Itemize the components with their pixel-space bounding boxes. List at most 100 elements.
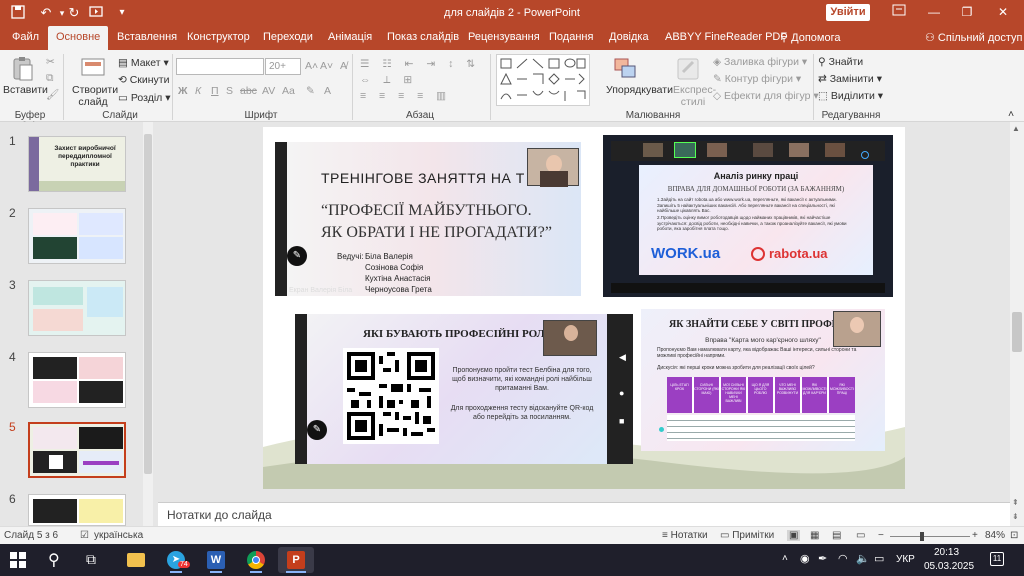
- sign-in-button[interactable]: Увійти: [826, 4, 870, 21]
- tab-help[interactable]: Довідка: [609, 31, 649, 43]
- windows-start-icon[interactable]: [10, 552, 26, 571]
- wifi-icon[interactable]: ◠: [838, 552, 848, 565]
- tab-transitions[interactable]: Переходи: [263, 31, 313, 43]
- file-explorer-app[interactable]: [118, 547, 154, 573]
- italic-icon[interactable]: К: [195, 85, 201, 97]
- tab-slideshow[interactable]: Показ слайдів: [387, 31, 459, 43]
- arrange-icon[interactable]: [612, 56, 638, 82]
- zoom-slider-thumb[interactable]: [920, 532, 924, 541]
- annotate-pencil-icon[interactable]: ✎: [307, 420, 327, 440]
- paste-button[interactable]: Вставити: [3, 84, 48, 96]
- restore-icon[interactable]: ❐: [958, 4, 976, 20]
- tab-file[interactable]: Файл: [12, 31, 39, 43]
- format-painter-icon[interactable]: 🖌: [46, 88, 59, 101]
- slide-sorter-icon[interactable]: ▦: [810, 530, 819, 541]
- share-toolbar-icon[interactable]: ◀: [619, 352, 626, 363]
- collapse-ribbon-icon[interactable]: ˄: [1008, 108, 1014, 120]
- slideshow-icon[interactable]: ▭: [856, 530, 865, 541]
- char-spacing-icon[interactable]: AV: [262, 85, 275, 97]
- thumbnail-scrollbar[interactable]: [143, 122, 153, 526]
- share-toolbar-icon[interactable]: ●: [619, 388, 624, 398]
- notes-toggle[interactable]: ≡ Нотатки: [662, 530, 708, 541]
- close-icon[interactable]: ✕: [994, 4, 1012, 20]
- powerpoint-app[interactable]: P: [278, 547, 314, 573]
- annotate-pencil-icon[interactable]: ✎: [287, 246, 307, 266]
- tab-tell-me[interactable]: ⚲ Допомога: [780, 31, 840, 44]
- increase-font-icon[interactable]: A˄: [305, 60, 318, 72]
- scroll-up-icon[interactable]: ▲: [1012, 124, 1020, 133]
- new-slide-icon[interactable]: [80, 56, 106, 82]
- paragraph-row1-icons[interactable]: ☰ ☷ ⇤ ⇥ ↕ ⇅: [360, 58, 480, 70]
- select-button[interactable]: ⬚ Виділити ▾: [818, 90, 883, 102]
- volume-icon[interactable]: 🔈: [856, 552, 870, 565]
- shape-fill-button[interactable]: ◈ Заливка фігури ▾: [713, 56, 807, 68]
- copy-icon[interactable]: ⧉: [46, 72, 54, 85]
- paragraph-row2-icons[interactable]: ⇔ ⟂ ⊞: [360, 74, 417, 87]
- slide-thumbnail-1[interactable]: Захист виробничої переддипломної практик…: [28, 136, 126, 192]
- underline-icon[interactable]: П: [211, 85, 219, 97]
- change-case-icon[interactable]: Aa: [282, 85, 295, 97]
- section-button[interactable]: ▭ Розділ ▾: [118, 92, 170, 104]
- zoom-out-icon[interactable]: −: [878, 530, 884, 541]
- tab-abbyy[interactable]: ABBYY FineReader PDF: [665, 31, 787, 43]
- share-toolbar-icon[interactable]: ■: [619, 416, 624, 426]
- word-app[interactable]: W: [198, 547, 234, 573]
- battery-icon[interactable]: ▭: [874, 552, 884, 565]
- shape-outline-button[interactable]: ✎ Контур фігури ▾: [713, 73, 801, 85]
- language-tray[interactable]: УКР: [896, 554, 915, 565]
- shadow-icon[interactable]: S: [226, 85, 233, 97]
- thumbnail-scroll-thumb[interactable]: [144, 134, 152, 474]
- clear-formatting-icon[interactable]: A̸: [340, 60, 347, 72]
- tray-overflow-icon[interactable]: ˄: [782, 553, 788, 564]
- font-size-input[interactable]: 20+: [265, 58, 301, 75]
- task-view-icon[interactable]: ⧉: [86, 551, 96, 568]
- decrease-font-icon[interactable]: A˅: [320, 60, 333, 72]
- current-slide[interactable]: ТРЕНІНГОВЕ ЗАНЯТТЯ НА Т “ПРОФЕСІЇ МАЙБУТ…: [263, 127, 905, 489]
- zoom-level[interactable]: 84%: [985, 530, 1005, 541]
- strikethrough-icon[interactable]: abc: [240, 85, 257, 97]
- tab-home[interactable]: Основне: [48, 26, 109, 50]
- reading-view-icon[interactable]: ▤: [832, 530, 841, 541]
- slide-thumbnail-5[interactable]: [28, 422, 126, 478]
- slide-thumbnail-6[interactable]: [28, 494, 126, 526]
- arrange-button[interactable]: Упорядкувати: [606, 84, 673, 96]
- clock-date[interactable]: 05.03.2025: [924, 561, 974, 572]
- shape-effects-button[interactable]: ◇ Ефекти для фігур ▾: [713, 90, 819, 102]
- prev-slide-icon[interactable]: ⇞: [1012, 498, 1019, 507]
- slide-scroll-thumb[interactable]: [1012, 312, 1022, 352]
- tab-view[interactable]: Подання: [549, 31, 593, 43]
- language-indicator[interactable]: українська: [94, 530, 143, 541]
- tab-animations[interactable]: Анімація: [328, 31, 372, 43]
- highlight-icon[interactable]: ✎: [306, 85, 315, 97]
- cut-icon[interactable]: ✂: [46, 56, 55, 68]
- font-name-input[interactable]: [176, 58, 264, 75]
- slide-thumbnail-2[interactable]: [28, 208, 126, 264]
- shapes-gallery[interactable]: [496, 54, 590, 106]
- alignment-icons[interactable]: ≡ ≡ ≡ ≡ ▥: [360, 90, 451, 102]
- tray-app-icon[interactable]: ◉: [800, 552, 810, 565]
- ribbon-display-icon[interactable]: [890, 4, 908, 20]
- replace-button[interactable]: ⇄ Замінити ▾: [818, 73, 882, 85]
- notes-pane[interactable]: Нотатки до слайда: [158, 502, 1010, 526]
- chrome-app[interactable]: [238, 547, 274, 573]
- zoom-in-icon[interactable]: +: [972, 530, 978, 541]
- slide-thumbnail-3[interactable]: [28, 280, 126, 336]
- search-icon[interactable]: ⚲: [48, 550, 60, 570]
- slide-thumbnail-4[interactable]: [28, 352, 126, 408]
- telegram-app[interactable]: ➤ 74: [158, 547, 194, 573]
- find-button[interactable]: ⚲ Знайти: [818, 56, 863, 68]
- paste-icon[interactable]: [10, 56, 36, 82]
- next-slide-icon[interactable]: ⇟: [1012, 512, 1019, 521]
- fit-slide-icon[interactable]: ⊡: [1010, 530, 1018, 541]
- qr-code[interactable]: [343, 348, 439, 444]
- layout-button[interactable]: ▤ Макет ▾: [118, 57, 169, 69]
- share-button[interactable]: ⚇ Спільний доступ: [925, 31, 1023, 44]
- zoom-slider[interactable]: [890, 536, 970, 537]
- quick-styles-icon[interactable]: [675, 56, 701, 82]
- tab-design[interactable]: Конструктор: [187, 31, 250, 43]
- pen-tray-icon[interactable]: ✒: [818, 552, 827, 565]
- tab-insert[interactable]: Вставлення: [117, 31, 177, 43]
- minimize-icon[interactable]: —: [925, 4, 943, 20]
- reset-button[interactable]: ⟲ Скинути: [118, 74, 169, 86]
- comments-toggle[interactable]: ▭ Примітки: [720, 530, 774, 541]
